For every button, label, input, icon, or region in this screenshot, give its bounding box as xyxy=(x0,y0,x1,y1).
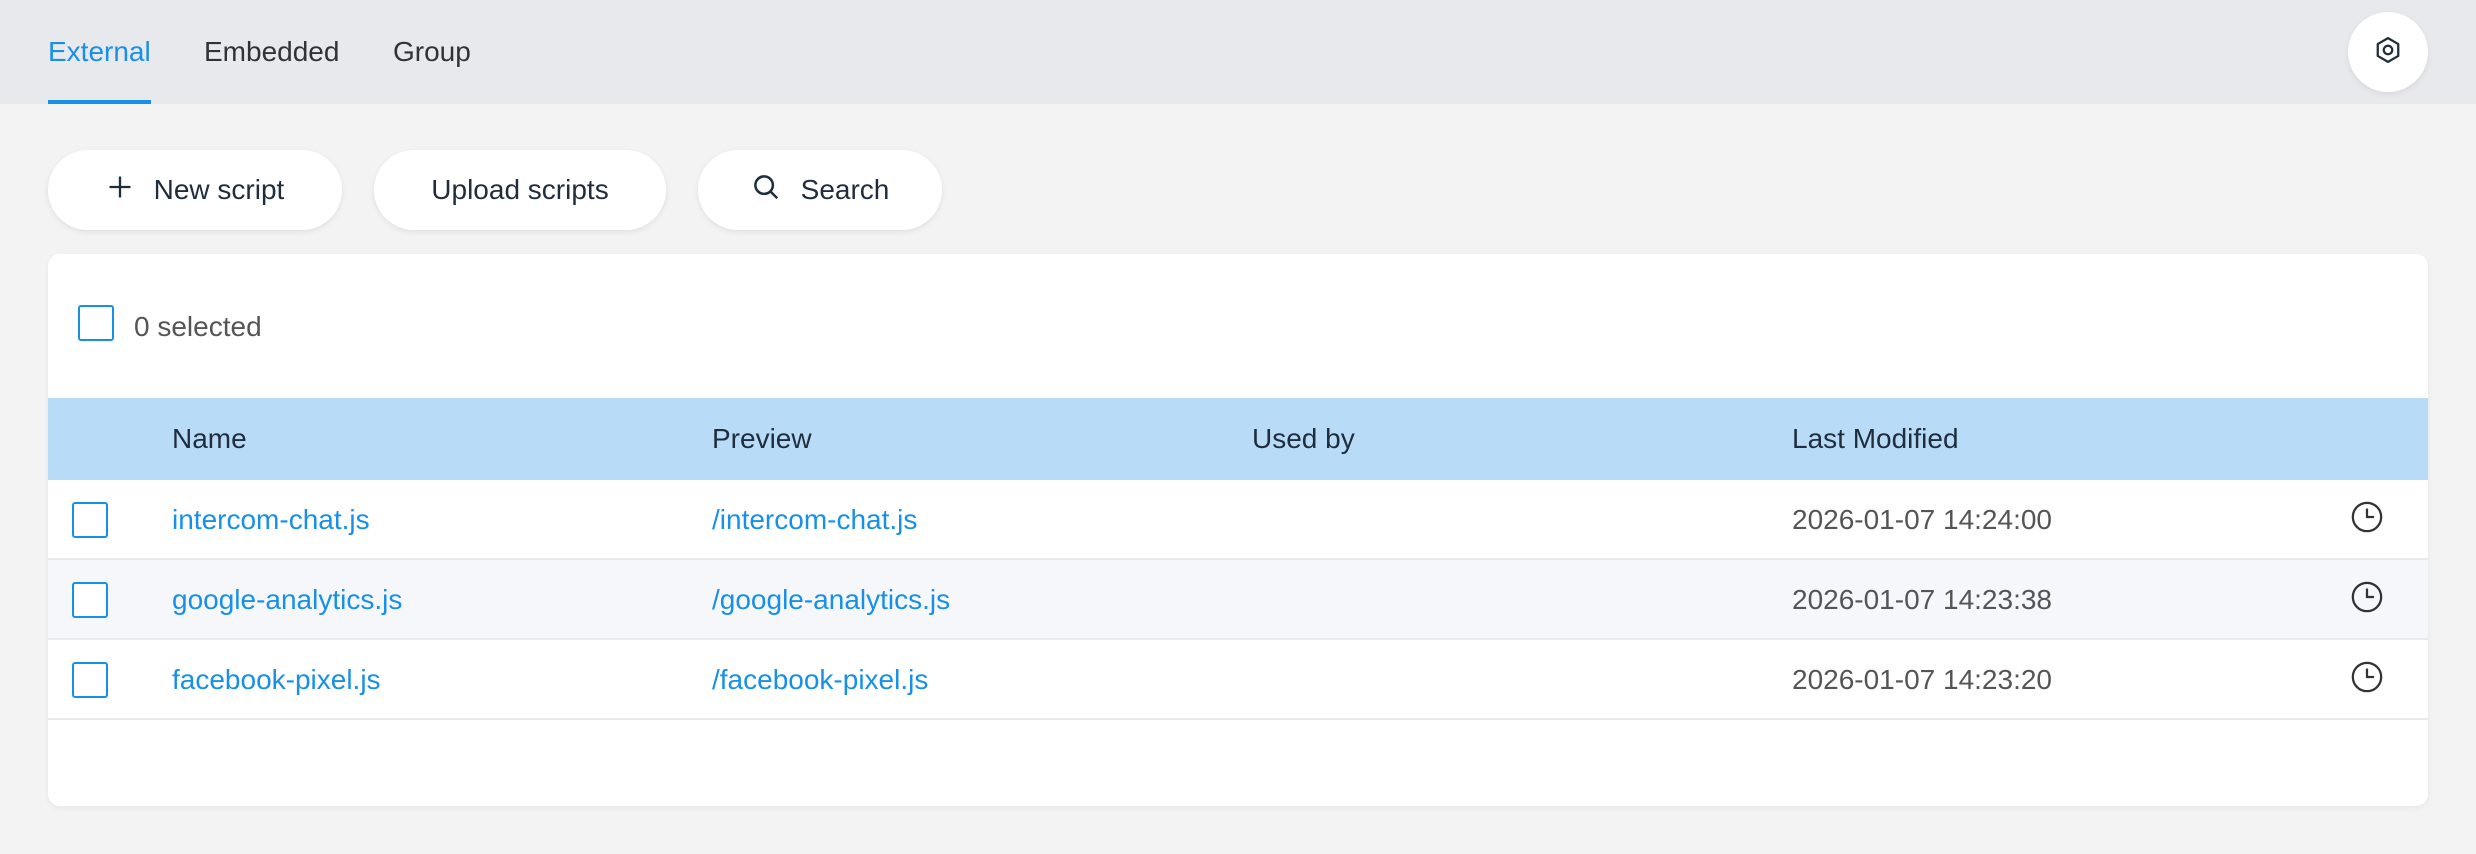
table-header: Name Preview Used by Last Modified xyxy=(48,398,2428,480)
script-preview-link[interactable]: /intercom-chat.js xyxy=(712,480,917,560)
tab-external[interactable]: External xyxy=(48,0,151,104)
search-label: Search xyxy=(800,174,890,205)
script-name-link[interactable]: google-analytics.js xyxy=(172,560,402,640)
column-header-name[interactable]: Name xyxy=(172,398,247,480)
table-row: intercom-chat.js /intercom-chat.js 2026-… xyxy=(48,480,2428,560)
script-name-link[interactable]: intercom-chat.js xyxy=(172,480,370,560)
scripts-table-card: 0 selected Name Preview Used by Last Mod… xyxy=(48,254,2428,806)
script-preview-link[interactable]: /google-analytics.js xyxy=(712,560,950,640)
new-script-button[interactable]: New script xyxy=(48,150,342,230)
clock-icon xyxy=(2350,660,2384,699)
new-script-label: New script xyxy=(153,174,285,205)
upload-scripts-label: Upload scripts xyxy=(431,174,609,205)
last-modified-cell: 2026-01-07 14:24:00 xyxy=(1792,504,2052,535)
search-icon xyxy=(751,172,801,209)
settings-button[interactable] xyxy=(2348,12,2428,92)
table-row: facebook-pixel.js /facebook-pixel.js 202… xyxy=(48,640,2428,720)
gear-icon xyxy=(2373,35,2403,70)
column-header-last-modified[interactable]: Last Modified xyxy=(1792,398,1959,480)
clock-icon xyxy=(2350,500,2384,539)
history-button[interactable] xyxy=(2348,660,2386,698)
last-modified-cell: 2026-01-07 14:23:38 xyxy=(1792,584,2052,615)
history-button[interactable] xyxy=(2348,580,2386,618)
selected-count: 0 selected xyxy=(134,311,262,342)
plus-icon xyxy=(106,173,154,208)
tab-embedded[interactable]: Embedded xyxy=(204,0,339,104)
row-checkbox[interactable] xyxy=(72,662,108,698)
row-checkbox[interactable] xyxy=(72,502,108,538)
column-header-used-by[interactable]: Used by xyxy=(1252,398,1355,480)
table-row: google-analytics.js /google-analytics.js… xyxy=(48,560,2428,640)
last-modified-cell: 2026-01-07 14:23:20 xyxy=(1792,664,2052,695)
row-checkbox[interactable] xyxy=(72,582,108,618)
column-header-preview[interactable]: Preview xyxy=(712,398,812,480)
script-preview-link[interactable]: /facebook-pixel.js xyxy=(712,640,928,720)
tab-group[interactable]: Group xyxy=(393,0,471,104)
select-all-checkbox[interactable] xyxy=(78,305,114,341)
history-button[interactable] xyxy=(2348,500,2386,538)
search-button[interactable]: Search xyxy=(698,150,942,230)
top-bar: External Embedded Group xyxy=(0,0,2476,104)
upload-scripts-button[interactable]: Upload scripts xyxy=(374,150,666,230)
clock-icon xyxy=(2350,580,2384,619)
script-name-link[interactable]: facebook-pixel.js xyxy=(172,640,381,720)
